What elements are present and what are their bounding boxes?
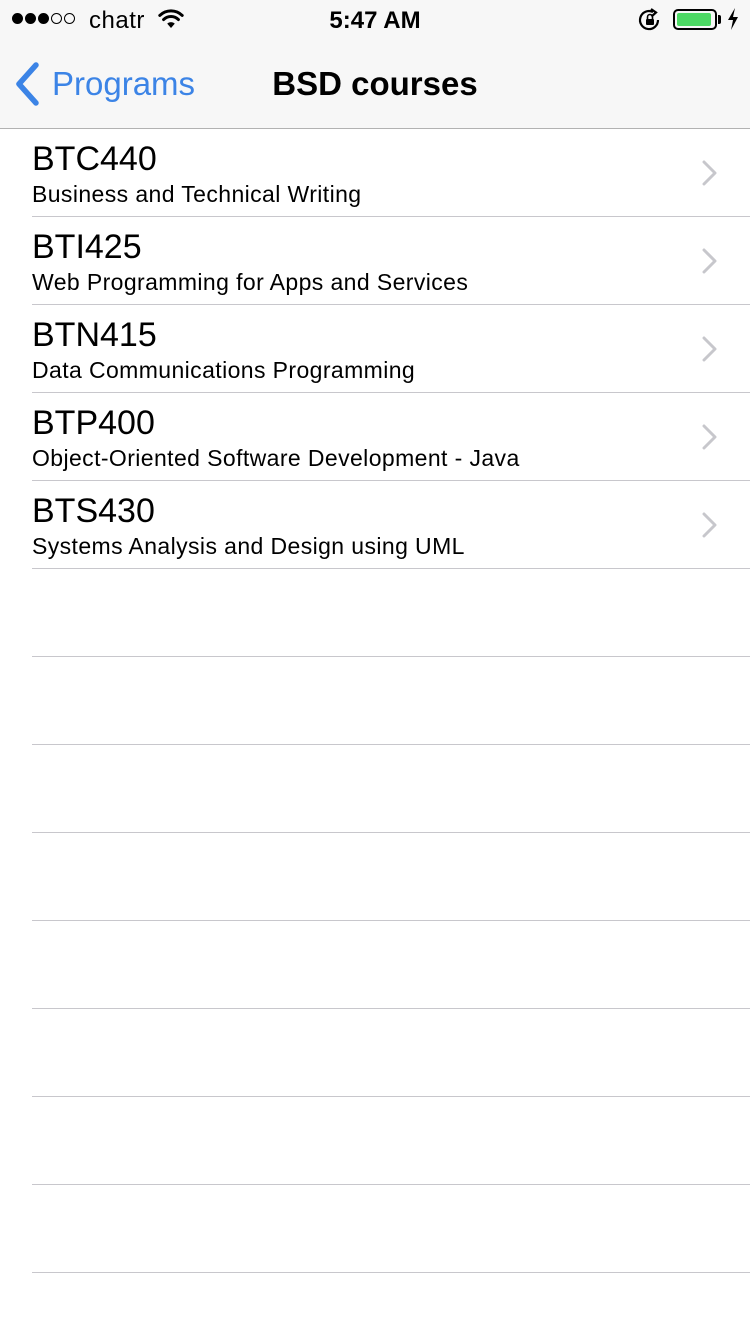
course-name: Object-Oriented Software Development - J… [32, 445, 520, 471]
course-code: BTP400 [32, 404, 155, 442]
course-row-btn415[interactable]: BTN415 Data Communications Programming [0, 305, 750, 393]
course-name: Data Communications Programming [32, 357, 416, 383]
screen: chatr 5:47 AM Programs BSD courses BTC44… [0, 0, 750, 1334]
course-list: BTC440 Business and Technical Writing BT… [0, 129, 750, 1273]
battery-level [677, 13, 712, 26]
page-title: BSD courses [272, 65, 478, 102]
battery-icon [673, 9, 717, 30]
empty-table-row [0, 1185, 750, 1273]
course-code: BTS430 [32, 492, 155, 530]
course-name: Web Programming for Apps and Services [32, 269, 469, 295]
navigation-bar: Programs BSD courses [0, 40, 750, 129]
course-name: Business and Technical Writing [32, 181, 362, 207]
empty-table-row [0, 833, 750, 921]
empty-table-row [0, 569, 750, 657]
battery-cap [718, 15, 721, 24]
empty-table-row [0, 1097, 750, 1185]
status-bar: chatr 5:47 AM [0, 0, 750, 40]
chevron-right-icon [702, 424, 717, 450]
course-name: Systems Analysis and Design using UML [32, 533, 465, 559]
course-row-btp400[interactable]: BTP400 Object-Oriented Software Developm… [0, 393, 750, 481]
chevron-right-icon [702, 336, 717, 362]
charging-bolt-icon [727, 8, 739, 35]
course-row-bts430[interactable]: BTS430 Systems Analysis and Design using… [0, 481, 750, 569]
empty-table-row [0, 1009, 750, 1097]
course-code: BTI425 [32, 228, 142, 266]
course-code: BTN415 [32, 316, 157, 354]
chevron-right-icon [702, 160, 717, 186]
empty-table-row [0, 921, 750, 1009]
empty-table-row [0, 745, 750, 833]
course-row-bti425[interactable]: BTI425 Web Programming for Apps and Serv… [0, 217, 750, 305]
chevron-right-icon [702, 512, 717, 538]
course-row-btc440[interactable]: BTC440 Business and Technical Writing [0, 129, 750, 217]
empty-table-row [0, 657, 750, 745]
rotation-lock-icon [637, 8, 663, 37]
chevron-right-icon [702, 248, 717, 274]
course-code: BTC440 [32, 140, 157, 178]
